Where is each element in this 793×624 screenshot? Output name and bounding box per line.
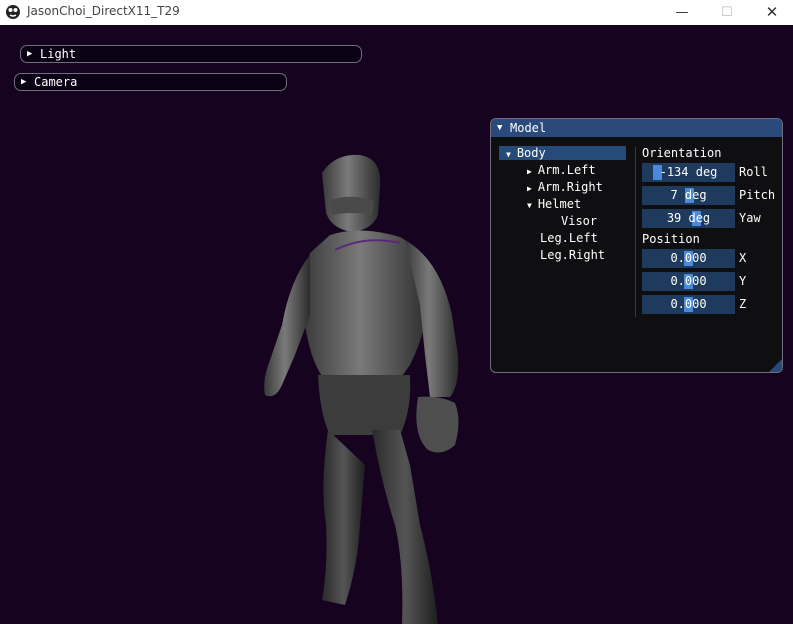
tree-collapsed-icon[interactable]: ▶	[527, 184, 532, 193]
model-window-titlebar[interactable]: ▼ Model	[491, 119, 782, 137]
roll-label: Roll	[739, 165, 768, 179]
tree-node-label: Leg.Right	[540, 248, 606, 262]
tree-node-arm-right[interactable]: ▶ Arm.Right	[527, 180, 603, 196]
tree-collapsed-icon[interactable]: ▶	[527, 167, 532, 176]
tree-node-arm-left[interactable]: ▶ Arm.Left	[527, 163, 596, 179]
tree-node-leg-left[interactable]: Leg.Left	[540, 231, 598, 245]
orientation-header: Orientation	[642, 146, 722, 160]
tree-expanded-icon[interactable]: ▼	[506, 150, 511, 159]
yaw-drag-input[interactable]: 39 deg	[642, 209, 735, 228]
position-y-label: Y	[739, 274, 747, 288]
position-y-value: 0.000	[670, 274, 707, 288]
pitch-drag-input[interactable]: 7 deg	[642, 186, 735, 205]
tree-node-leg-right[interactable]: Leg.Right	[540, 248, 605, 262]
maximize-button[interactable]: ☐	[704, 0, 750, 25]
tree-node-label: Arm.Right	[537, 180, 603, 194]
tree-node-label: Visor	[561, 214, 598, 228]
tree-node-helmet[interactable]: ▼ Helmet	[527, 197, 581, 213]
model-window: ▼ Model ▼ Body ▶ Arm.Left ▶ Arm.Right ▼ Helm…	[490, 118, 783, 373]
camera-panel-label: Camera	[34, 75, 78, 89]
position-header: Position	[642, 232, 700, 246]
position-x-drag-input[interactable]: 0.000	[642, 249, 735, 268]
panel-divider[interactable]	[635, 147, 636, 317]
light-panel-header[interactable]: ▶ Light	[20, 45, 362, 63]
expand-arrow-icon: ▶	[21, 77, 27, 87]
tree-node-label: Helmet	[537, 197, 582, 211]
model-window-title: Model	[510, 121, 547, 135]
position-y-drag-input[interactable]: 0.000	[642, 272, 735, 291]
tree-node-visor[interactable]: Visor	[561, 214, 597, 228]
position-x-label: X	[739, 251, 747, 265]
light-panel-label: Light	[40, 47, 77, 61]
tree-expanded-icon[interactable]: ▼	[527, 201, 532, 210]
tree-node-body[interactable]: ▼ Body	[506, 146, 546, 162]
tree-node-label: Leg.Left	[540, 231, 598, 245]
resize-grip-icon[interactable]	[769, 359, 782, 372]
close-button[interactable]: ✕	[749, 0, 793, 25]
position-z-label: Z	[739, 297, 747, 311]
position-z-value: 0.000	[670, 297, 707, 311]
yaw-value: 39 deg	[666, 211, 711, 225]
camera-panel-header[interactable]: ▶ Camera	[14, 73, 287, 91]
collapse-arrow-icon[interactable]: ▼	[497, 119, 502, 137]
expand-arrow-icon: ▶	[27, 49, 33, 59]
tree-node-label: Arm.Left	[537, 163, 596, 177]
title-bar[interactable]: JasonChoi_DirectX11_T29 — ☐ ✕	[0, 0, 793, 25]
minimize-button[interactable]: —	[659, 0, 705, 25]
roll-drag-input[interactable]: -134 deg	[642, 163, 735, 182]
window-title: JasonChoi_DirectX11_T29	[27, 4, 180, 18]
yaw-label: Yaw	[739, 211, 761, 225]
tree-node-label: Body	[516, 146, 546, 160]
roll-value: -134 deg	[659, 165, 718, 179]
position-x-value: 0.000	[670, 251, 707, 265]
pitch-label: Pitch	[739, 188, 776, 202]
position-z-drag-input[interactable]: 0.000	[642, 295, 735, 314]
pitch-value: 7 deg	[670, 188, 707, 202]
app-icon	[6, 5, 20, 19]
